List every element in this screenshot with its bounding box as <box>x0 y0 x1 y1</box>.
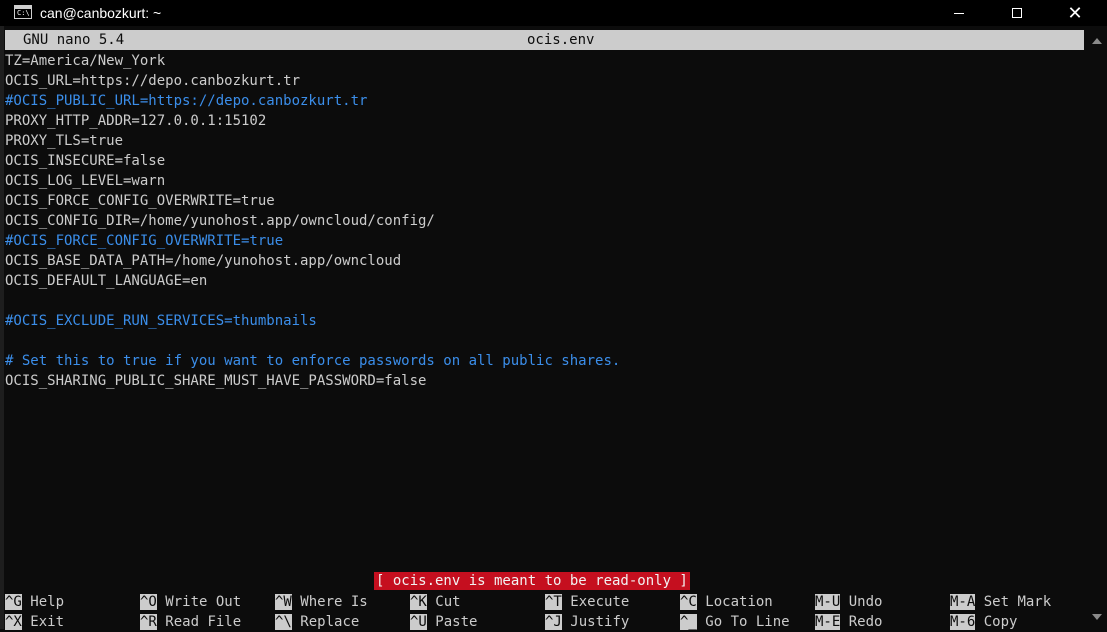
shortcut-label: Set Mark <box>983 594 1052 610</box>
maximize-icon <box>1012 8 1022 18</box>
shortcut-item: ^O Write Out <box>140 592 241 612</box>
shortcut-label: Redo <box>848 614 883 630</box>
shortcut-key: ^K <box>410 594 427 610</box>
shortcut-key: M-A <box>950 594 976 610</box>
scroll-down-icon[interactable] <box>1092 614 1102 620</box>
comment-line: #OCIS_EXCLUDE_RUN_SERVICES=thumbnails <box>5 313 317 329</box>
minimize-icon <box>954 12 964 14</box>
shortcut-item: ^W Where Is <box>275 592 368 612</box>
close-icon: ✕ <box>1067 3 1083 23</box>
shortcut-key: ^O <box>140 594 157 610</box>
shortcut-key: ^U <box>410 614 427 630</box>
shortcut-item: M-E Redo <box>815 612 882 632</box>
shortcut-label: Location <box>705 594 773 610</box>
close-button[interactable]: ✕ <box>1052 0 1098 26</box>
shortcut-label: Help <box>30 594 65 610</box>
nano-version: GNU nano 5.4 <box>23 32 125 48</box>
shortcut-key: ^C <box>680 594 697 610</box>
shortcut-bar: ^G Help ^O Write Out ^W Where Is ^K Cut ^T E… <box>5 592 1085 632</box>
status-message: [ ocis.env is meant to be read-only ] <box>374 572 690 590</box>
shortcut-item: ^G Help <box>5 592 64 612</box>
nano-header: GNU nano 5.4 ocis.env <box>5 30 1084 50</box>
shortcut-key: ^W <box>275 594 292 610</box>
comment-line: #OCIS_PUBLIC_URL=https://depo.canbozkurt… <box>5 93 368 109</box>
shortcut-label: Read File <box>165 614 242 630</box>
comment-line: # Set this to true if you want to enforc… <box>5 353 621 369</box>
shortcut-label: Justify <box>570 614 630 630</box>
shortcut-label: Replace <box>300 614 360 630</box>
minimize-button[interactable] <box>936 0 982 26</box>
editor-line: OCIS_FORCE_CONFIG_OVERWRITE=true <box>5 193 275 209</box>
shortcut-key: ^G <box>5 594 22 610</box>
shortcut-key: ^X <box>5 614 22 630</box>
shortcut-key: ^_ <box>680 614 697 630</box>
editor-line: OCIS_BASE_DATA_PATH=/home/yunohost.app/o… <box>5 253 402 269</box>
shortcut-item: ^R Read File <box>140 612 241 632</box>
shortcut-item: ^X Exit <box>5 612 64 632</box>
shortcut-item: ^J Justify <box>545 612 629 632</box>
editor-line: OCIS_INSECURE=false <box>5 153 166 169</box>
terminal-icon: C:\ <box>14 5 32 19</box>
shortcut-key: ^\ <box>275 614 292 630</box>
editor-line: PROXY_TLS=true <box>5 133 124 149</box>
editor-line: OCIS_DEFAULT_LANGUAGE=en <box>5 273 208 289</box>
editor-line: OCIS_SHARING_PUBLIC_SHARE_MUST_HAVE_PASS… <box>5 373 427 389</box>
title-bar[interactable]: C:\ can@canbozkurt: ~ ✕ <box>0 0 1107 26</box>
window-title: can@canbozkurt: ~ <box>40 5 162 21</box>
shortcut-label: Go To Line <box>705 614 790 630</box>
shortcut-label: Execute <box>570 594 630 610</box>
comment-line: #OCIS_FORCE_CONFIG_OVERWRITE=true <box>5 233 284 249</box>
shortcut-key: M-E <box>815 614 841 630</box>
maximize-button[interactable] <box>994 0 1040 26</box>
shortcut-item: M-U Undo <box>815 592 882 612</box>
editor-line: PROXY_HTTP_ADDR=127.0.0.1:15102 <box>5 113 267 129</box>
shortcut-item: M-A Set Mark <box>950 592 1051 612</box>
scrollbar[interactable] <box>1087 30 1107 629</box>
shortcut-key: M-U <box>815 594 841 610</box>
terminal-area[interactable]: GNU nano 5.4 ocis.env TZ=America/New_Yor… <box>0 30 1087 632</box>
shortcut-item: ^\ Replace <box>275 612 359 632</box>
shortcut-label: Write Out <box>165 594 242 610</box>
editor-buffer[interactable]: TZ=America/New_York OCIS_URL=https://depo… <box>5 51 1085 391</box>
editor-line: OCIS_LOG_LEVEL=warn <box>5 173 166 189</box>
editor-line: OCIS_URL=https://depo.canbozkurt.tr <box>5 73 301 89</box>
shortcut-key: ^T <box>545 594 562 610</box>
shortcut-label: Paste <box>435 614 478 630</box>
shortcut-key: ^R <box>140 614 157 630</box>
shortcut-key: ^J <box>545 614 562 630</box>
scroll-up-icon[interactable] <box>1092 38 1102 44</box>
nano-filename: ocis.env <box>527 32 595 48</box>
shortcut-label: Undo <box>848 594 883 610</box>
shortcut-item: ^C Location <box>680 592 773 612</box>
shortcut-item: ^U Paste <box>410 612 477 632</box>
editor-line: OCIS_CONFIG_DIR=/home/yunohost.app/owncl… <box>5 213 435 229</box>
editor-line: TZ=America/New_York <box>5 53 166 69</box>
shortcut-item: M-6 Copy <box>950 612 1017 632</box>
shortcut-item: ^T Execute <box>545 592 629 612</box>
shortcut-label: Copy <box>983 614 1018 630</box>
shortcut-label: Exit <box>30 614 65 630</box>
shortcut-item: ^_ Go To Line <box>680 612 790 632</box>
shortcut-label: Cut <box>435 594 461 610</box>
shortcut-key: M-6 <box>950 614 976 630</box>
shortcut-label: Where Is <box>300 594 368 610</box>
shortcut-item: ^K Cut <box>410 592 461 612</box>
